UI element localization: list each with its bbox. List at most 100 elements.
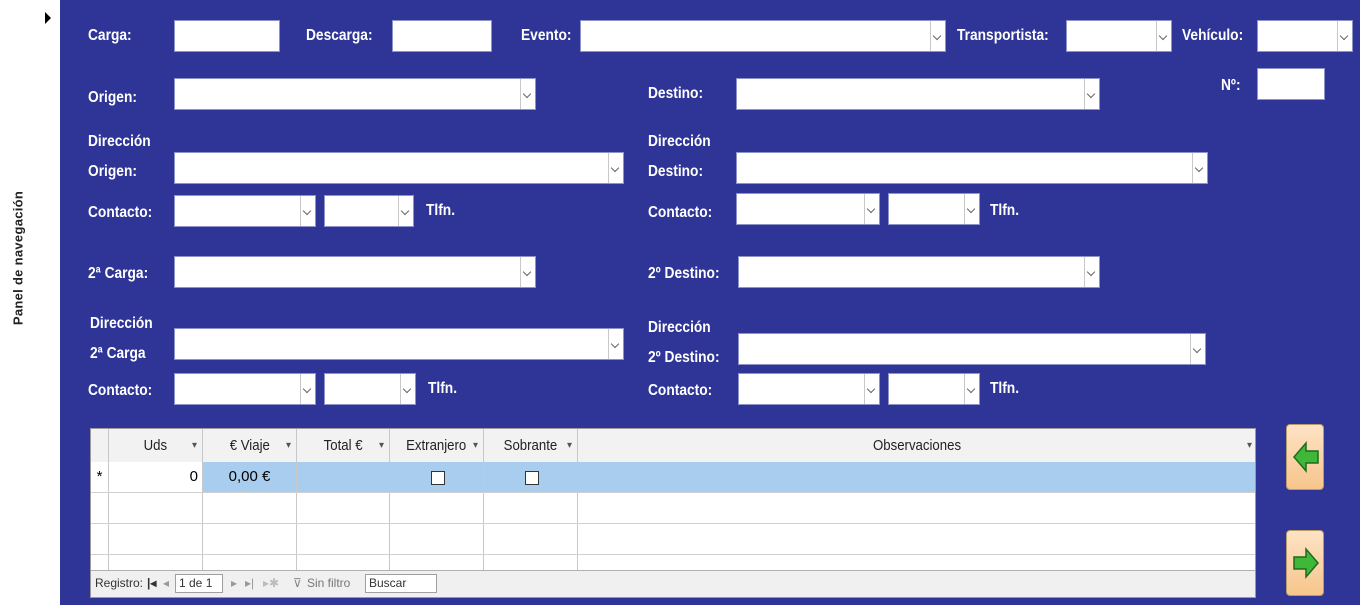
direccion-2carga-combo[interactable] — [174, 328, 624, 360]
sobrante-checkbox[interactable] — [525, 471, 539, 485]
direccion-destino-dropdown-icon[interactable] — [1192, 153, 1207, 183]
sobrante-cell[interactable] — [484, 462, 578, 492]
filter-icon[interactable]: ⊽ — [293, 576, 302, 590]
tlfn-origen-combo[interactable] — [324, 195, 414, 227]
next-record-icon[interactable]: ▸ — [231, 576, 237, 590]
contacto-destino-label: Contacto: — [648, 204, 713, 221]
sort-dropdown-icon[interactable]: ▾ — [1247, 429, 1252, 462]
direccion-2carga-label-line1: Dirección — [90, 315, 153, 332]
destino-dropdown-icon[interactable] — [1084, 79, 1099, 109]
select-all-corner[interactable] — [91, 429, 109, 462]
vehiculo-combo[interactable] — [1257, 20, 1353, 52]
direccion-destino-label-line1: Dirección — [648, 133, 711, 150]
col-header-extranjero[interactable]: Extranjero ▾ — [390, 429, 484, 462]
direccion-2destino-combo[interactable] — [738, 333, 1206, 365]
record-selector[interactable] — [36, 0, 61, 605]
contacto-2destino-combo[interactable] — [738, 373, 880, 405]
registro-label: Registro: — [95, 576, 144, 590]
direccion-origen-combo[interactable] — [174, 152, 624, 184]
contacto-origen-combo[interactable] — [174, 195, 316, 227]
sort-dropdown-icon[interactable]: ▾ — [286, 429, 291, 462]
tlfn-destino-label: Tlfn. — [990, 202, 1020, 219]
sort-dropdown-icon[interactable]: ▾ — [379, 429, 384, 462]
direccion-destino-combo[interactable] — [736, 152, 1208, 184]
navigation-pane[interactable]: Panel de navegación — [0, 0, 37, 605]
carga-field[interactable] — [174, 20, 280, 52]
previous-record-icon[interactable]: ◂ — [163, 576, 169, 590]
arrow-left-icon — [1293, 440, 1319, 474]
next-button[interactable] — [1286, 530, 1324, 596]
transportista-dropdown-icon[interactable] — [1156, 21, 1171, 51]
segunda-carga-combo[interactable] — [174, 256, 536, 288]
col-header-sobrante[interactable]: Sobrante ▾ — [484, 429, 578, 462]
segundo-destino-dropdown-icon[interactable] — [1084, 257, 1099, 287]
vehiculo-label: Vehículo: — [1182, 27, 1244, 44]
viajes-subform[interactable]: Uds ▾ € Viaje ▾ Total € ▾ Extranjero ▾ Sobra… — [90, 428, 1256, 598]
last-record-icon[interactable]: ▸| — [245, 576, 254, 590]
contacto-2destino-dropdown-icon[interactable] — [864, 374, 879, 404]
segundo-destino-combo[interactable] — [738, 256, 1100, 288]
segunda-carga-label: 2ª Carga: — [88, 265, 149, 282]
numero-field[interactable] — [1257, 68, 1325, 100]
direccion-origen-label-line2: Origen: — [88, 163, 137, 180]
viaje-cell[interactable]: 0,00 € — [203, 462, 297, 492]
evento-dropdown-icon[interactable] — [930, 21, 945, 51]
current-record-box[interactable]: 1 de 1 — [175, 574, 223, 593]
numero-label: Nº: — [1221, 77, 1241, 94]
evento-combo[interactable] — [580, 20, 946, 52]
contacto-origen-dropdown-icon[interactable] — [300, 196, 315, 226]
extranjero-cell[interactable] — [390, 462, 484, 492]
empty-row — [91, 493, 1255, 524]
destino-combo[interactable] — [736, 78, 1100, 110]
contacto-2carga-label: Contacto: — [88, 382, 153, 399]
tlfn-2destino-combo[interactable] — [888, 373, 980, 405]
new-record-icon[interactable]: ▸✱ — [263, 576, 279, 590]
observaciones-cell[interactable] — [578, 462, 1255, 492]
contacto-destino-combo[interactable] — [736, 193, 880, 225]
record-navigation-bar: Registro: |◂ ◂ 1 de 1 ▸ ▸| ▸✱ ⊽ Sin filt… — [91, 570, 1255, 597]
navigation-pane-label[interactable]: Panel de navegación — [11, 191, 26, 325]
carga-label: Carga: — [88, 27, 132, 44]
contacto-2carga-dropdown-icon[interactable] — [300, 374, 315, 404]
transportista-label: Transportista: — [957, 27, 1049, 44]
col-header-total[interactable]: Total € ▾ — [297, 429, 390, 462]
new-record-row[interactable]: * 0 0,00 € — [91, 462, 1255, 493]
previous-button[interactable] — [1286, 424, 1324, 490]
sort-dropdown-icon[interactable]: ▾ — [192, 429, 197, 462]
direccion-2carga-dropdown-icon[interactable] — [608, 329, 623, 359]
direccion-origen-label-line1: Dirección — [88, 133, 151, 150]
uds-cell[interactable]: 0 — [109, 462, 203, 492]
tlfn-2carga-combo[interactable] — [324, 373, 416, 405]
tlfn-2destino-dropdown-icon[interactable] — [964, 374, 979, 404]
vehiculo-dropdown-icon[interactable] — [1337, 21, 1352, 51]
tlfn-2carga-label: Tlfn. — [428, 380, 458, 397]
segundo-destino-label: 2º Destino: — [648, 265, 720, 282]
tlfn-destino-combo[interactable] — [888, 193, 980, 225]
col-header-uds[interactable]: Uds ▾ — [109, 429, 203, 462]
origen-combo[interactable] — [174, 78, 536, 110]
contacto-destino-dropdown-icon[interactable] — [864, 194, 879, 224]
contacto-2carga-combo[interactable] — [174, 373, 316, 405]
direccion-2destino-label-line2: 2º Destino: — [648, 349, 720, 366]
origen-dropdown-icon[interactable] — [520, 79, 535, 109]
sort-dropdown-icon[interactable]: ▾ — [567, 429, 572, 462]
first-record-icon[interactable]: |◂ — [147, 576, 156, 590]
direccion-origen-dropdown-icon[interactable] — [608, 153, 623, 183]
direccion-2destino-label-line1: Dirección — [648, 319, 711, 336]
col-header-observaciones[interactable]: Observaciones ▾ — [578, 429, 1255, 462]
tlfn-2carga-dropdown-icon[interactable] — [400, 374, 415, 404]
direccion-2destino-dropdown-icon[interactable] — [1190, 334, 1205, 364]
total-cell[interactable] — [297, 462, 390, 492]
segunda-carga-dropdown-icon[interactable] — [520, 257, 535, 287]
tlfn-origen-dropdown-icon[interactable] — [398, 196, 413, 226]
evento-label: Evento: — [521, 27, 572, 44]
filter-status[interactable]: Sin filtro — [307, 576, 350, 590]
search-box[interactable]: Buscar — [365, 574, 437, 593]
sort-dropdown-icon[interactable]: ▾ — [473, 429, 478, 462]
extranjero-checkbox[interactable] — [431, 471, 445, 485]
transportista-combo[interactable] — [1066, 20, 1172, 52]
descarga-label: Descarga: — [306, 27, 373, 44]
descarga-field[interactable] — [392, 20, 492, 52]
col-header-viaje[interactable]: € Viaje ▾ — [203, 429, 297, 462]
tlfn-destino-dropdown-icon[interactable] — [964, 194, 979, 224]
